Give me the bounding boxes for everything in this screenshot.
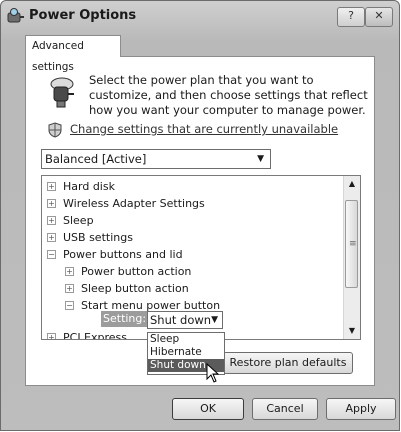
power-options-window: Power Options ? ✕ Advanced settings Sele…	[0, 0, 400, 431]
tree-item-label: USB settings	[63, 231, 133, 244]
mouse-pointer-icon	[206, 363, 220, 383]
tree-item-label: Hard disk	[63, 180, 115, 193]
power-plan-icon	[50, 77, 74, 108]
tree-item-pci-express[interactable]: + PCI Express	[47, 330, 128, 340]
tab-advanced-settings[interactable]: Advanced settings	[25, 35, 121, 73]
tree-item-label: Power button action	[81, 265, 192, 278]
tree-item-power-buttons[interactable]: − Power buttons and lid	[47, 247, 183, 263]
power-options-icon	[7, 8, 24, 23]
tree-item-label: Sleep	[63, 214, 94, 227]
intro-text: Select the power plan that you want to c…	[89, 73, 368, 117]
scroll-down-arrow-icon[interactable]: ▼	[344, 323, 360, 339]
dropdown-option-sleep[interactable]: Sleep	[148, 333, 224, 346]
change-settings-link[interactable]: Change settings that are currently unava…	[70, 122, 338, 136]
tree-item-hard-disk[interactable]: + Hard disk	[47, 179, 115, 195]
chevron-down-icon: ▼	[257, 154, 264, 164]
setting-select-value: Shut down	[150, 313, 212, 327]
tree-item-usb[interactable]: + USB settings	[47, 230, 133, 246]
tree-item-label: Wireless Adapter Settings	[63, 197, 205, 210]
ok-button[interactable]: OK	[172, 398, 244, 420]
help-button[interactable]: ?	[337, 7, 365, 27]
shield-icon	[48, 122, 62, 138]
tree-item-sleep-button-action[interactable]: + Sleep button action	[65, 281, 189, 297]
expand-icon[interactable]: +	[47, 216, 56, 225]
close-button[interactable]: ✕	[365, 7, 393, 27]
power-plan-select[interactable]: Balanced [Active] ▼	[41, 149, 271, 169]
expand-icon[interactable]: +	[47, 333, 56, 339]
setting-select[interactable]: Shut down ▼	[147, 311, 223, 329]
tree-item-label: Power buttons and lid	[63, 248, 183, 261]
window-title: Power Options	[29, 8, 137, 23]
tree-item-sleep[interactable]: + Sleep	[47, 213, 94, 229]
cancel-button[interactable]: Cancel	[252, 398, 318, 420]
collapse-icon[interactable]: −	[65, 301, 74, 310]
power-plan-value: Balanced [Active]	[45, 152, 147, 166]
expand-icon[interactable]: +	[65, 267, 74, 276]
grip-icon: ≡	[349, 239, 357, 249]
expand-icon[interactable]: +	[47, 233, 56, 242]
expand-icon[interactable]: +	[47, 199, 56, 208]
chevron-down-icon: ▼	[211, 315, 218, 325]
restore-plan-defaults-button[interactable]: Restore plan defaults	[223, 352, 353, 374]
tree-item-label: Sleep button action	[81, 282, 189, 295]
expand-icon[interactable]: +	[47, 182, 56, 191]
dropdown-option-hibernate[interactable]: Hibernate	[148, 346, 224, 359]
collapse-icon[interactable]: −	[47, 250, 56, 259]
expand-icon[interactable]: +	[65, 284, 74, 293]
apply-button[interactable]: Apply	[326, 398, 396, 420]
tree-scrollbar[interactable]: ▲ ≡ ▼	[343, 176, 360, 339]
title-bar[interactable]: Power Options ? ✕	[1, 1, 399, 31]
scroll-thumb[interactable]: ≡	[345, 200, 358, 288]
tree-item-wireless[interactable]: + Wireless Adapter Settings	[47, 196, 205, 212]
tree-item-label: PCI Express	[63, 331, 128, 340]
scroll-up-arrow-icon[interactable]: ▲	[344, 176, 360, 192]
tree-item-power-button-action[interactable]: + Power button action	[65, 264, 191, 280]
setting-label: Setting:	[101, 311, 149, 327]
